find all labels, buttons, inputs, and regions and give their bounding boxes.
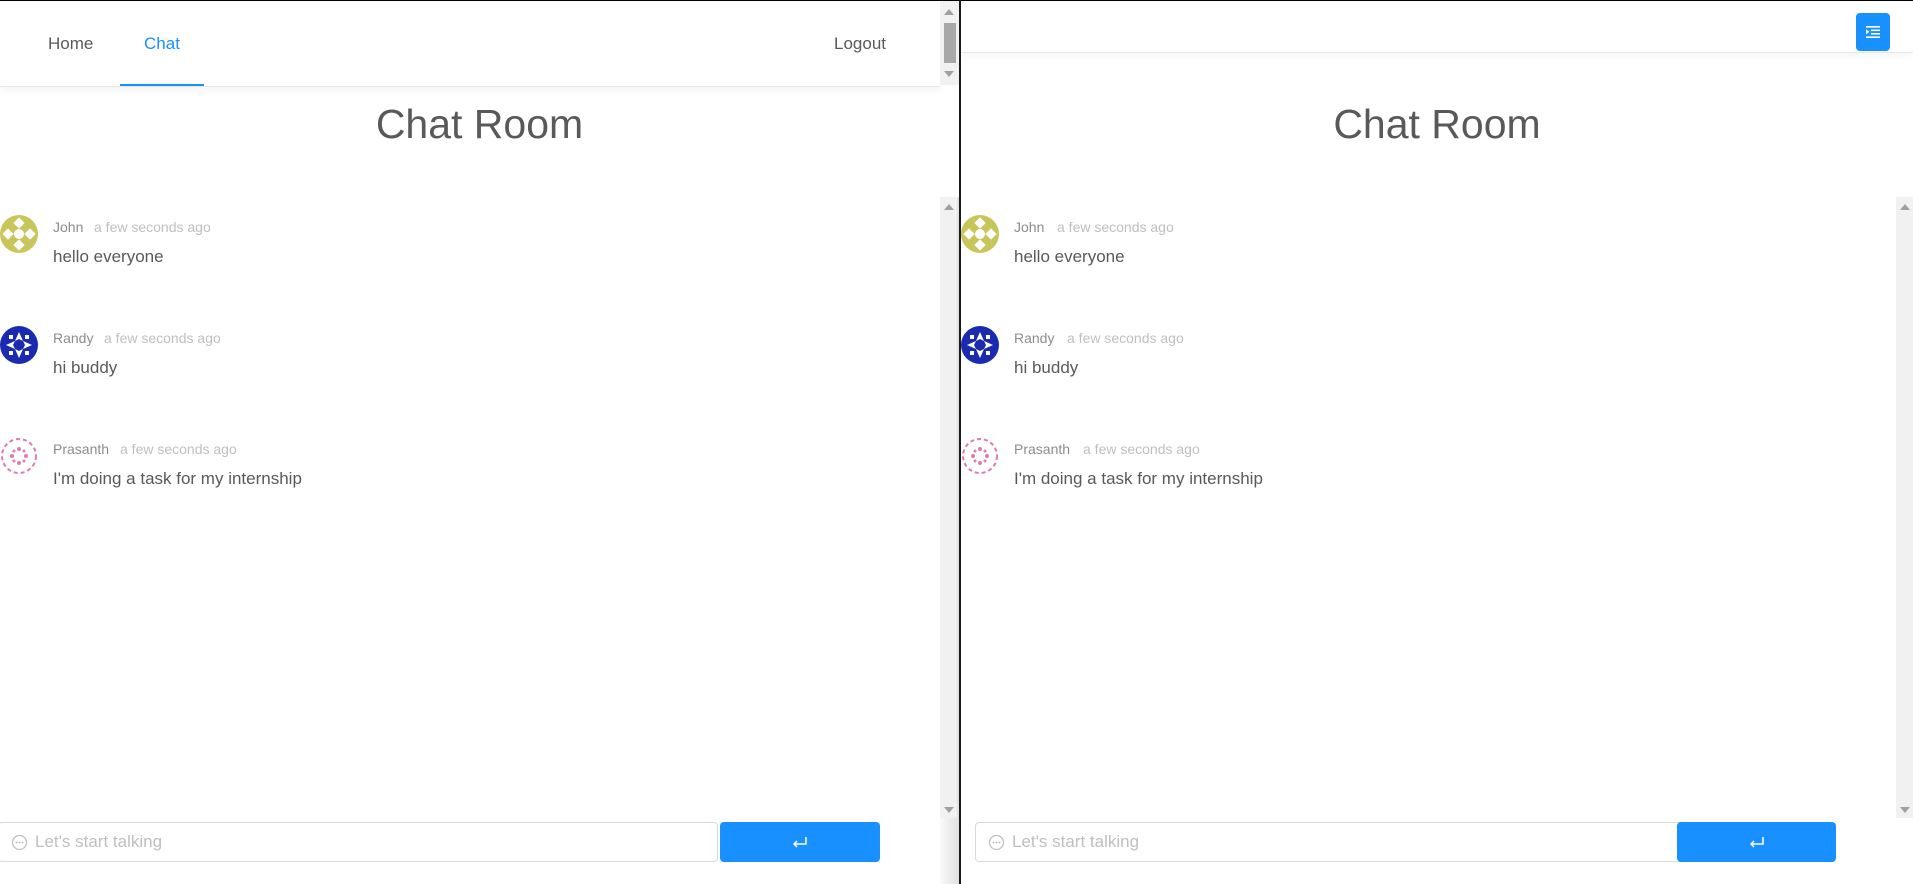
avatar [961,326,999,364]
message-time: a few seconds ago [1057,219,1174,235]
send-button[interactable] [1677,822,1836,862]
menu-button[interactable] [1856,13,1890,51]
right-chat-window: Chat Room John a few seconds ago hello e… [961,0,1913,884]
message-text: hello everyone [53,247,164,266]
message-text: I'm doing a task for my internship [53,469,302,488]
mobile-header [961,1,1913,53]
scroll-down-icon[interactable] [944,71,954,77]
message-time: a few seconds ago [1067,330,1184,346]
scroll-down-icon[interactable] [1900,807,1910,813]
scroll-up-icon[interactable] [944,204,954,210]
message-author: Prasanth [1014,441,1071,457]
message-time: a few seconds ago [120,441,237,457]
message-item: John a few seconds ago hello everyone [0,197,700,277]
message-icon [988,834,1005,851]
chat-input-wrapper[interactable] [975,822,1690,862]
message-item: Prasanth a few seconds ago I'm doing a t… [961,419,1661,499]
message-item: Randy a few seconds ago hi buddy [961,308,1661,388]
scroll-up-icon[interactable] [1900,204,1910,210]
avatar [961,215,999,253]
left-chat-window: Home Chat Logout Chat Room John a few se… [0,0,959,884]
scrollbar-thumb[interactable] [944,23,956,63]
message-author: Randy [1014,330,1055,346]
navbar-scrollbar[interactable] [940,1,959,85]
nav-chat-link[interactable]: Chat [120,1,204,86]
message-time: a few seconds ago [94,219,211,235]
chat-input-wrapper[interactable] [0,822,718,862]
message-author: Prasanth [53,441,110,457]
avatar [0,326,38,364]
top-navbar: Home Chat Logout [0,1,940,87]
scroll-down-icon[interactable] [944,807,954,813]
message-item: Prasanth a few seconds ago I'm doing a t… [0,419,700,499]
enter-icon [792,837,807,848]
chat-message-input[interactable] [35,823,635,861]
enter-icon [1749,837,1764,848]
nav-home-link[interactable]: Home [48,1,93,86]
page-title: Chat Room [1333,101,1541,147]
message-text: hi buddy [53,358,118,377]
send-button[interactable] [720,822,880,862]
message-text: hello everyone [1014,247,1125,266]
message-author: John [53,219,84,235]
message-scrollbar[interactable] [1896,197,1913,818]
menu-fold-icon [1866,26,1880,38]
page-title: Chat Room [375,101,584,147]
message-item: Randy a few seconds ago hi buddy [0,308,700,388]
message-icon [11,834,28,851]
avatar [962,438,998,474]
message-author: Randy [53,330,94,346]
scroll-up-icon[interactable] [944,9,954,15]
message-author: John [1014,219,1045,235]
message-text: hi buddy [1014,358,1079,377]
message-time: a few seconds ago [104,330,221,346]
avatar [0,215,38,253]
chat-message-input[interactable] [1012,823,1612,861]
nav-logout-link[interactable]: Logout [834,1,886,86]
message-text: I'm doing a task for my internship [1014,469,1263,488]
message-time: a few seconds ago [1083,441,1200,457]
message-item: John a few seconds ago hello everyone [961,197,1661,277]
avatar [1,438,37,474]
message-scrollbar[interactable] [940,197,957,818]
